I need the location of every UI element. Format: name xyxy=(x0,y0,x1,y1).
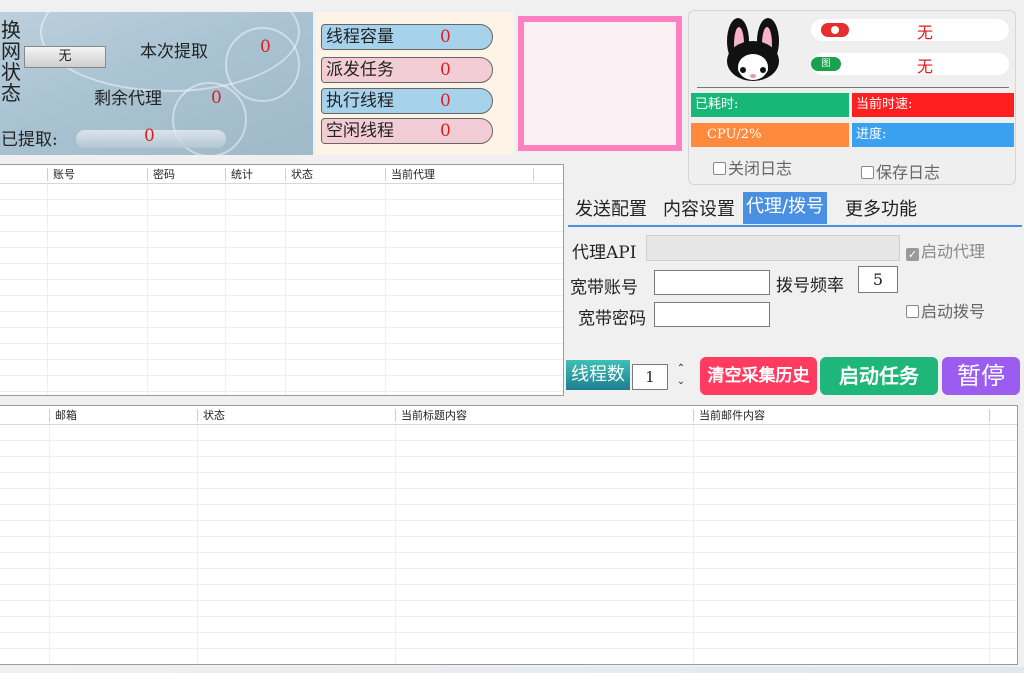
preview-box xyxy=(518,16,682,151)
proxy-api-label: 代理API xyxy=(572,243,637,263)
chevron-down-icon[interactable]: ⌄ xyxy=(674,375,688,388)
running-thread-label: 执行线程 xyxy=(326,91,394,111)
col-current-proxy[interactable]: 当前代理 xyxy=(391,165,435,184)
broadband-account-input[interactable] xyxy=(654,270,770,295)
enable-dial-label: 启动拨号 xyxy=(921,302,986,321)
idle-thread-pill: 空闲线程 0 xyxy=(321,118,493,144)
col-current-mail-content[interactable]: 当前邮件内容 xyxy=(699,406,765,425)
close-log-checkbox[interactable]: 关闭日志 xyxy=(713,155,792,179)
thread-count-label: 线程数 xyxy=(566,360,630,390)
thread-capacity-value: 0 xyxy=(440,27,451,47)
cpu-bar: CPU/2% xyxy=(691,123,849,147)
col-current-title[interactable]: 当前标题内容 xyxy=(401,406,467,425)
running-thread-value: 0 xyxy=(440,91,451,111)
dial-frequency-label: 拨号频率 xyxy=(776,276,844,296)
proxy-config-panel: 代理API ✓ 启动代理 宽带账号 拨号频率 5 宽带密码 启动拨号 xyxy=(568,228,1022,348)
status-pill-2: 图 无 xyxy=(811,53,1009,76)
mail-table-body xyxy=(0,425,1017,664)
account-table[interactable]: 账号 密码 统计 状态 当前代理 xyxy=(0,164,564,396)
remain-proxy-label: 剩余代理 xyxy=(94,89,162,109)
col-status[interactable]: 状态 xyxy=(291,165,313,184)
checkbox-icon xyxy=(713,162,726,175)
col-mail-status[interactable]: 状态 xyxy=(203,406,225,425)
thread-capacity-pill: 线程容量 0 xyxy=(321,24,493,50)
info-panel: 无 图 无 已耗时: 当前时速: CPU/2% 进度: 关闭日志 保存日志 xyxy=(688,10,1016,185)
this-extract-value: 0 xyxy=(260,37,271,57)
green-status-icon: 图 xyxy=(811,57,841,71)
account-table-header: 账号 密码 统计 状态 当前代理 xyxy=(0,165,563,184)
broadband-password-label: 宽带密码 xyxy=(578,309,646,329)
clear-history-button[interactable]: 清空采集历史 xyxy=(700,357,817,395)
tab-send-config[interactable]: 发送配置 xyxy=(572,195,650,227)
dispatched-task-value: 0 xyxy=(440,60,451,80)
switch-status-char: 换 xyxy=(1,18,21,42)
enable-dial-checkbox[interactable]: 启动拨号 xyxy=(906,298,985,322)
switch-status-char: 状 xyxy=(1,60,21,84)
col-account[interactable]: 账号 xyxy=(53,165,75,184)
dispatched-task-pill: 派发任务 0 xyxy=(321,57,493,83)
checkbox-icon xyxy=(906,305,919,318)
tab-bar: 发送配置 内容设置 代理/拨号 更多功能 xyxy=(568,192,1022,227)
idle-thread-value: 0 xyxy=(440,121,451,141)
start-task-button[interactable]: 启动任务 xyxy=(820,357,938,395)
tab-proxy-dial[interactable]: 代理/拨号 xyxy=(743,192,828,224)
proxy-api-input[interactable] xyxy=(646,235,900,261)
divider xyxy=(697,87,1009,88)
red-status-icon xyxy=(821,23,849,37)
checkmark-icon: ✓ xyxy=(906,248,919,261)
status-2-value: 无 xyxy=(917,57,934,76)
checkbox-icon xyxy=(861,166,874,179)
save-log-label: 保存日志 xyxy=(876,163,941,182)
broadband-account-label: 宽带账号 xyxy=(570,278,638,298)
this-extract-label: 本次提取 xyxy=(140,42,208,62)
thread-stat-panel: 线程容量 0 派发任务 0 执行线程 0 空闲线程 0 xyxy=(316,12,514,155)
speed-bar: 当前时速: xyxy=(852,93,1014,117)
chevron-up-icon[interactable]: ⌃ xyxy=(674,362,688,375)
enable-proxy-checkbox[interactable]: ✓ 启动代理 xyxy=(906,238,985,262)
dial-frequency-input[interactable]: 5 xyxy=(858,266,898,293)
enable-proxy-label: 启动代理 xyxy=(921,242,986,261)
status-1-value: 无 xyxy=(917,23,934,42)
save-log-checkbox[interactable]: 保存日志 xyxy=(861,159,940,183)
remain-proxy-value: 0 xyxy=(211,88,222,108)
running-thread-pill: 执行线程 0 xyxy=(321,88,493,114)
close-log-label: 关闭日志 xyxy=(728,159,793,178)
thread-capacity-label: 线程容量 xyxy=(326,27,394,47)
switch-status-button[interactable]: 无 xyxy=(24,46,106,68)
tab-more-features[interactable]: 更多功能 xyxy=(842,195,920,227)
mail-table-header: 邮箱 状态 当前标题内容 当前邮件内容 xyxy=(0,406,1017,425)
switch-status-char: 网 xyxy=(1,39,21,63)
col-email[interactable]: 邮箱 xyxy=(55,406,77,425)
pause-button[interactable]: 暂停 xyxy=(942,357,1020,395)
extracted-value: 0 xyxy=(144,126,155,146)
thread-count-spinner[interactable]: ⌃ ⌄ xyxy=(674,362,688,390)
dispatched-task-label: 派发任务 xyxy=(326,60,394,80)
elapsed-bar: 已耗时: xyxy=(691,93,849,117)
broadband-password-input[interactable] xyxy=(654,302,770,327)
rabbit-avatar-icon xyxy=(719,17,787,83)
idle-thread-label: 空闲线程 xyxy=(326,121,394,141)
account-table-body xyxy=(0,184,563,395)
proxy-stat-panel: 换 网 状 态 无 本次提取 0 剩余代理 0 已提取: 0 xyxy=(0,12,313,155)
progress-bar: 进度: xyxy=(852,123,1014,147)
tab-content-settings[interactable]: 内容设置 xyxy=(660,195,738,227)
col-stats[interactable]: 统计 xyxy=(231,165,253,184)
switch-status-char: 态 xyxy=(1,81,21,105)
status-pill-1: 无 xyxy=(811,19,1009,42)
thread-count-input[interactable]: 1 xyxy=(632,364,668,390)
extracted-label: 已提取: xyxy=(1,130,58,150)
mail-table[interactable]: 邮箱 状态 当前标题内容 当前邮件内容 xyxy=(0,405,1018,665)
bottom-edge xyxy=(0,667,1024,673)
col-password[interactable]: 密码 xyxy=(153,165,175,184)
